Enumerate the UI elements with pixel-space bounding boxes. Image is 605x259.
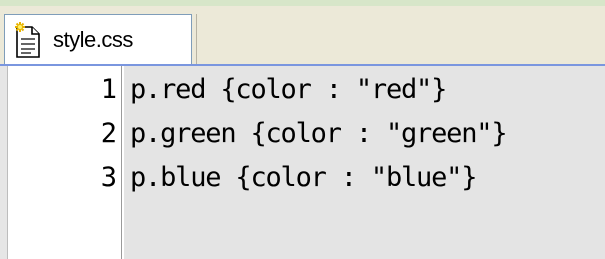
line-number-gutter: 1 2 3 [0,66,122,259]
gutter-edge [0,66,8,259]
tab-bar: style.css [0,6,605,66]
tab-separator [196,14,197,64]
code-line[interactable]: p.red {color : "red"} [130,68,447,112]
tab-style-css[interactable]: style.css [4,14,192,64]
line-number: 1 [100,74,117,105]
code-line[interactable]: p.blue {color : "blue"} [130,156,477,200]
line-number: 3 [100,162,117,193]
new-document-icon [11,20,45,60]
code-line[interactable]: p.green {color : "green"} [130,112,508,156]
code-text-area[interactable]: p.red {color : "red"} p.green {color : "… [124,66,605,259]
tab-label: style.css [53,26,133,52]
editor-window: style.css 1 2 3 p.red {color : "red"} p.… [0,0,605,259]
line-number: 2 [100,118,117,149]
code-editor[interactable]: 1 2 3 p.red {color : "red"} p.green {col… [0,66,605,259]
